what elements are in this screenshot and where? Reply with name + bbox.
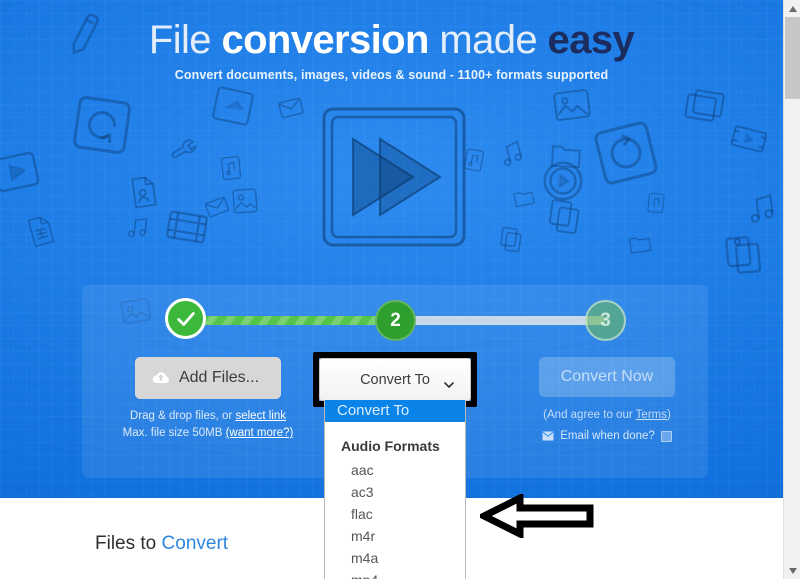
dropdown-option-m4a[interactable]: m4a (325, 547, 465, 569)
fast-forward-play-icon (318, 104, 470, 250)
play-circle-icon (538, 156, 587, 205)
step-2-active[interactable]: 2 (375, 300, 416, 341)
image-card-icon (550, 83, 595, 128)
page-viewport: File conversion made easy Convert docume… (0, 0, 783, 579)
scrollbar-thumb[interactable] (785, 17, 800, 99)
film-doodle-icon (726, 116, 772, 162)
music-note-2-icon (743, 190, 781, 228)
convert-to-select-value: Convert To (360, 371, 430, 388)
chevron-down-icon (444, 376, 454, 388)
page-subtitle: Convert documents, images, videos & soun… (174, 68, 609, 82)
convert-to-select[interactable]: Convert To (319, 358, 471, 401)
dropdown-option-mp4[interactable]: mp4 (325, 569, 465, 579)
audio-file-icon (217, 154, 246, 183)
progress-stepper: 2 3 (82, 285, 708, 357)
annotation-left-arrow (476, 492, 594, 540)
film-strip-icon (162, 202, 212, 252)
files-to-convert-heading: Files to Convert (95, 533, 228, 555)
add-files-column: Add Files... Drag & drop files, or selec… (100, 357, 316, 442)
headline-word-easy: easy (547, 18, 635, 62)
progress-track-complete (185, 316, 393, 325)
email-when-done-label: Email when done? (560, 430, 655, 442)
convert-now-column: Convert Now (And agree to our Terms) Ema… (512, 357, 702, 442)
dragdrop-text: Drag & drop files, or (130, 410, 236, 422)
select-link-link[interactable]: select link (235, 410, 286, 422)
envelope-doodle-icon (202, 192, 233, 223)
add-files-button[interactable]: Add Files... (134, 357, 282, 399)
document-user-icon (125, 173, 163, 211)
dropdown-group-audio-formats: Audio Formats (341, 438, 440, 454)
refresh-square-icon (68, 91, 136, 159)
headline-word-file: File (148, 18, 212, 62)
page-scrollbar[interactable] (783, 0, 800, 579)
scroll-down-arrow-icon[interactable] (784, 562, 800, 579)
convert-to-select-wrap: Convert To (313, 352, 477, 407)
gallery-icon (680, 85, 728, 133)
dropdown-option-ac3[interactable]: ac3 (325, 481, 465, 503)
step-3-pending[interactable]: 3 (585, 300, 626, 341)
files-title-prefix: Files to (95, 533, 162, 554)
convert-now-button[interactable]: Convert Now (538, 357, 676, 397)
page-title: File conversion made easy (0, 15, 783, 65)
note-file-icon (644, 191, 668, 215)
refresh-doodle-icon (588, 115, 663, 190)
scroll-up-arrow-icon[interactable] (784, 0, 800, 17)
terms-note: (And agree to our Terms) (512, 409, 702, 421)
clipboard-doodle-icon (720, 230, 768, 278)
headline-word-conversion: conversion (221, 18, 429, 62)
check-icon (176, 311, 195, 326)
music-doodle-icon (495, 137, 529, 171)
upload-cloud-icon (151, 368, 171, 388)
maxsize-text: Max. file size 50MB (122, 427, 226, 439)
video-play-icon (0, 144, 44, 201)
email-when-done-row[interactable]: Email when done? (512, 430, 702, 442)
folder-doodle-icon (547, 137, 585, 175)
files-title-accent: Convert (161, 533, 229, 554)
add-files-label: Add Files... (178, 369, 260, 386)
envelope-icon (542, 431, 554, 441)
photo-card-icon (229, 185, 261, 217)
dropdown-option-flac[interactable]: flac (325, 503, 465, 525)
want-more-link[interactable]: (want more?) (226, 427, 294, 439)
add-files-hint: Drag & drop files, or select link Max. f… (100, 408, 316, 442)
app-root: File conversion made easy Convert docume… (0, 0, 800, 579)
mail-doodle-icon (275, 92, 307, 124)
terms-suffix: ) (666, 409, 671, 421)
music-note-icon (124, 214, 153, 243)
convert-to-dropdown-list[interactable]: Convert To Audio Formats aac ac3 flac m4… (324, 400, 466, 579)
dropdown-option-m4r[interactable]: m4r (325, 525, 465, 547)
spreadsheet-file-icon (21, 211, 61, 251)
clipboard-small-icon (495, 223, 526, 254)
dropdown-option-aac[interactable]: aac (325, 459, 465, 481)
progress-track-remaining (393, 316, 606, 325)
folder-small-2-icon (510, 184, 538, 212)
terms-link[interactable]: Terms (636, 409, 667, 421)
headline-word-made: made (439, 18, 538, 62)
step-1-complete[interactable] (165, 298, 206, 339)
wrench-icon (167, 132, 203, 168)
terms-prefix: (And agree to our (543, 409, 636, 421)
dropdown-option-selected[interactable]: Convert To (325, 400, 465, 422)
folder-small-icon (625, 228, 654, 257)
clipboard-copy-icon (544, 195, 587, 238)
video-arrow-icon (208, 81, 258, 131)
email-when-done-checkbox[interactable] (660, 430, 672, 442)
